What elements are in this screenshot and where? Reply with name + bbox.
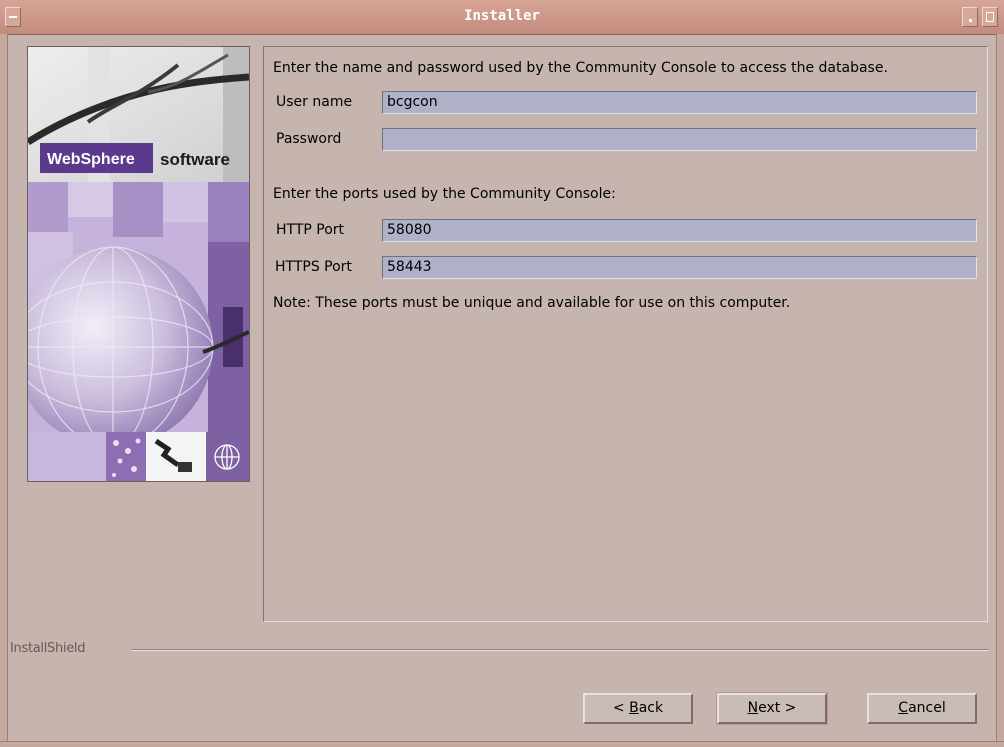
ports-prompt: Enter the ports used by the Community Co… bbox=[273, 186, 616, 202]
ports-note: Note: These ports must be unique and ava… bbox=[273, 295, 791, 311]
username-input[interactable]: bcgcon bbox=[382, 91, 977, 114]
window-frame-right bbox=[996, 34, 1004, 747]
password-input[interactable] bbox=[382, 128, 977, 151]
http-port-label: HTTP Port bbox=[276, 222, 345, 238]
https-port-label: HTTPS Port bbox=[275, 259, 352, 275]
window-frame-left bbox=[0, 34, 8, 747]
password-label: Password bbox=[276, 131, 342, 147]
installshield-divider bbox=[131, 649, 989, 651]
https-port-input[interactable]: 58443 bbox=[382, 256, 977, 279]
back-label: ack bbox=[638, 700, 664, 716]
installer-window: Installer WebSphere software Enter the n… bbox=[0, 0, 1004, 747]
banner-artwork: WebSphere software bbox=[28, 47, 249, 481]
next-mnemonic: N bbox=[747, 700, 759, 716]
brand-suffix: software bbox=[160, 150, 230, 169]
maximize-icon[interactable] bbox=[982, 7, 998, 27]
cancel-button[interactable]: Cancel bbox=[867, 693, 977, 724]
window-title: Installer bbox=[464, 8, 540, 24]
next-label: ext > bbox=[758, 700, 797, 716]
back-mnemonic: B bbox=[629, 700, 639, 716]
http-port-input[interactable]: 58080 bbox=[382, 219, 977, 242]
back-button[interactable]: < Back bbox=[583, 693, 693, 724]
cancel-label: ancel bbox=[908, 700, 946, 716]
db-credentials-prompt: Enter the name and password used by the … bbox=[273, 60, 888, 76]
title-bar: Installer bbox=[0, 0, 1004, 35]
brand-name: WebSphere bbox=[47, 151, 135, 168]
back-prefix: < bbox=[612, 700, 630, 716]
window-frame-bottom bbox=[0, 741, 1004, 747]
websphere-banner-image: WebSphere software bbox=[27, 46, 250, 482]
username-label: User name bbox=[276, 94, 353, 110]
next-button[interactable]: Next > bbox=[716, 692, 828, 725]
minimize-icon[interactable] bbox=[962, 7, 978, 27]
installshield-label: InstallShield bbox=[10, 641, 86, 656]
cancel-mnemonic: C bbox=[898, 700, 909, 716]
